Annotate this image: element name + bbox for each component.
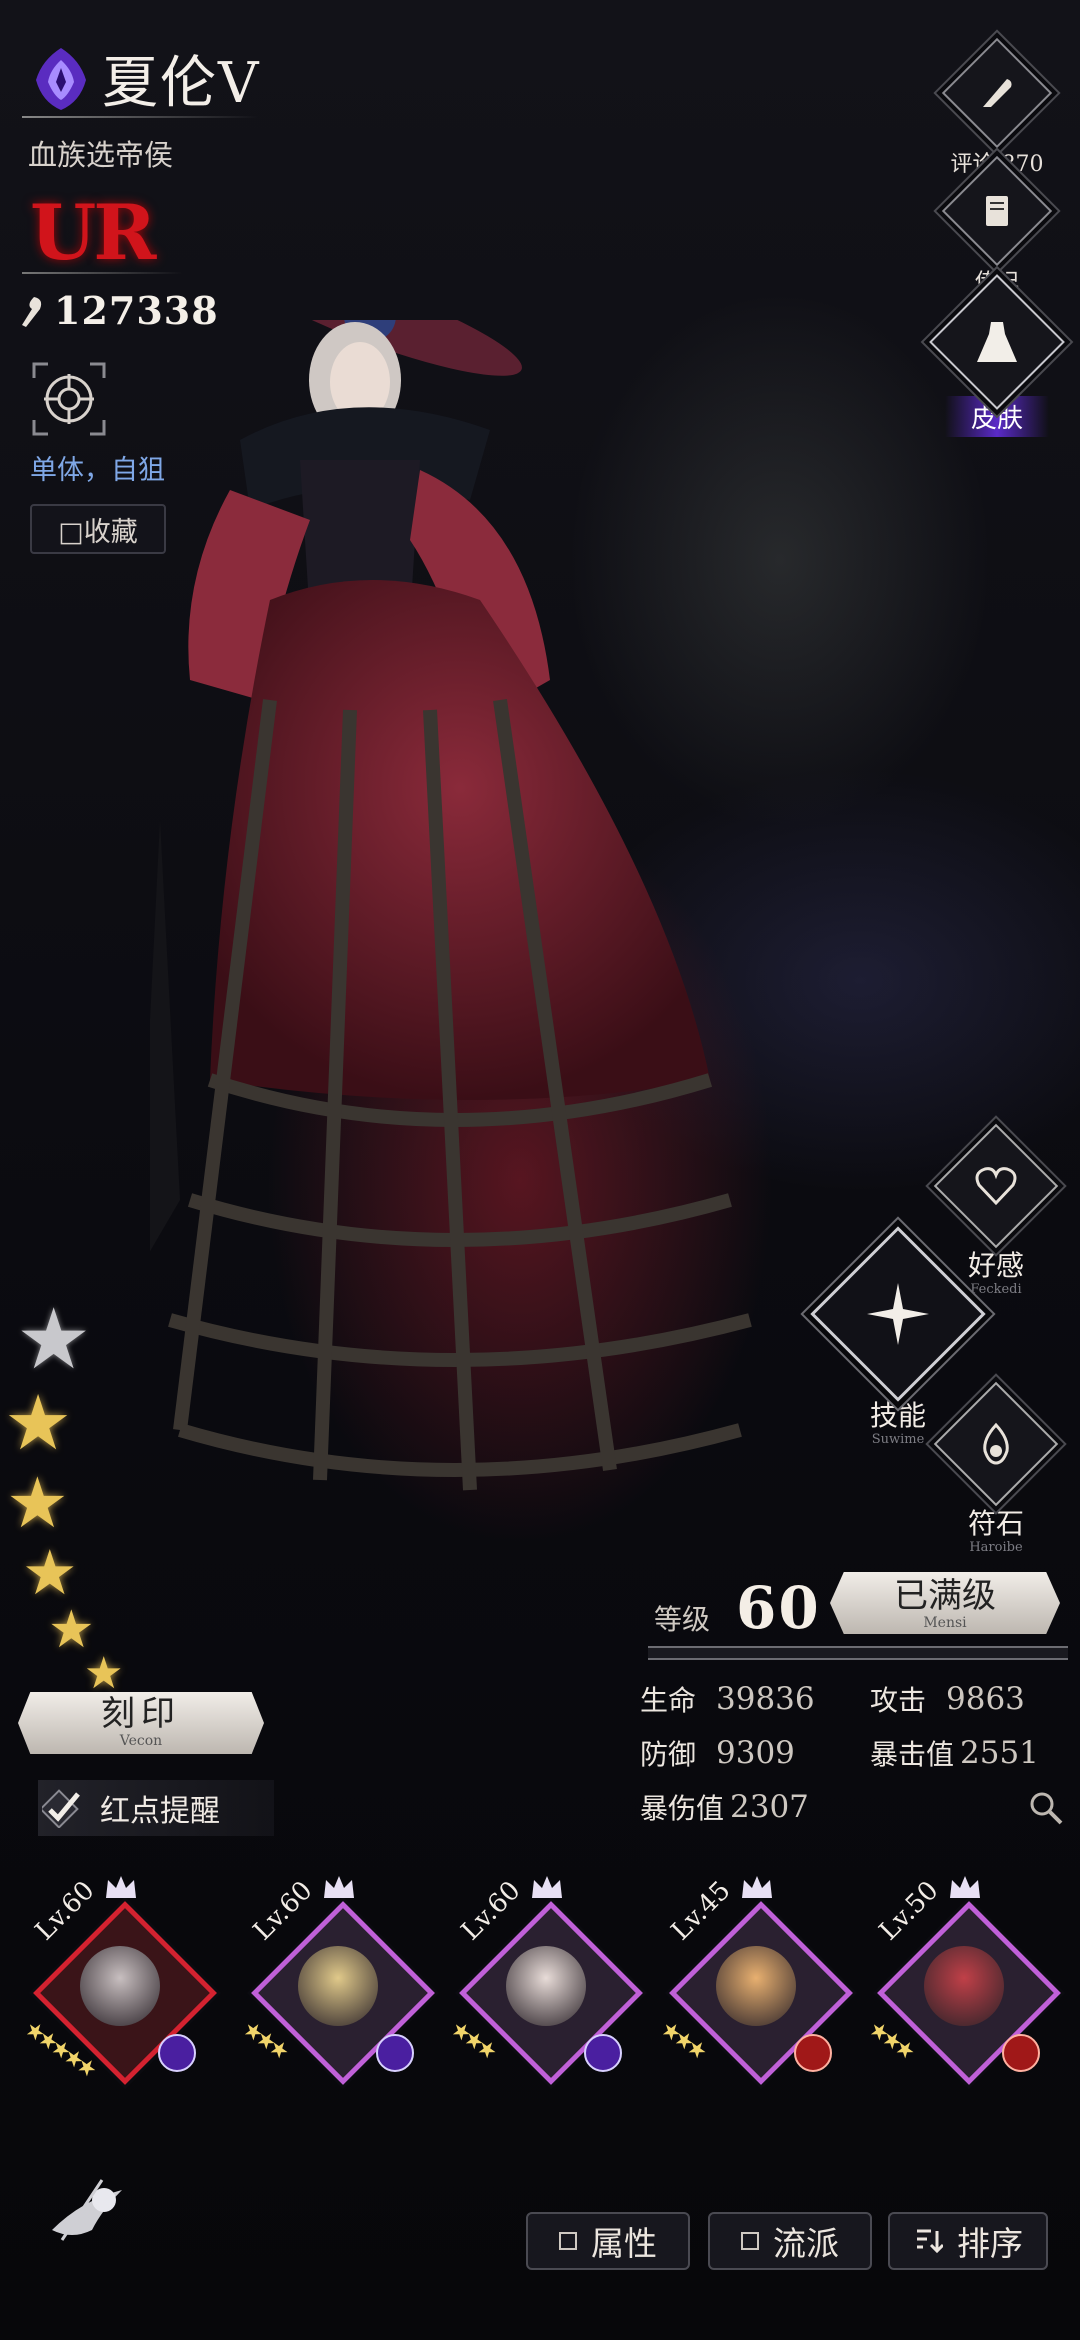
school-filter-button[interactable]: 流派 (708, 2212, 872, 2270)
power-icon (22, 296, 42, 327)
sort-icon (917, 2229, 943, 2254)
runes-sublabel: Haroibe (969, 1540, 1023, 1555)
affinity-diamond (933, 1123, 1059, 1249)
magnifier-icon[interactable] (1028, 1790, 1064, 1826)
checkbox-icon[interactable] (42, 1788, 82, 1828)
max-level-button[interactable]: 已满级 Mensi (830, 1572, 1060, 1634)
roster-card[interactable]: Lv.60 ★★★ (446, 1876, 643, 2085)
attribute-filter-button[interactable]: 属性 (526, 2212, 690, 2270)
stat-hp: 生命 39836 (640, 1679, 870, 1719)
runes-diamond (933, 1381, 1059, 1507)
stats-row: 暴伤值 2307 (640, 1780, 1070, 1834)
stat-attack: 攻击 9863 (870, 1679, 1025, 1719)
stat-label: 防御 (640, 1738, 697, 1771)
faction-badge-icon (584, 2034, 622, 2072)
runes-button[interactable]: 符石 Haroibe (933, 1381, 1059, 1555)
stat-crit: 暴击值 2551 (870, 1733, 1039, 1773)
rarity-badge: UR (30, 188, 156, 277)
stat-value: 2551 (960, 1735, 1039, 1771)
rose-emblem-icon[interactable] (42, 2160, 132, 2260)
level-bar (648, 1646, 1068, 1660)
character-portrait (924, 1946, 1004, 2026)
red-dot-label: 红点提醒 (100, 1794, 220, 1829)
comments-diamond (941, 37, 1053, 149)
favorite-button[interactable]: □收藏 (30, 504, 166, 554)
character-portrait (298, 1946, 378, 2026)
faction-badge-icon (158, 2034, 196, 2072)
max-level-sublabel: Mensi (923, 1615, 967, 1631)
stat-label: 生命 (640, 1684, 697, 1717)
star-icon: ★ (22, 1536, 78, 1609)
stat-value: 9309 (716, 1735, 795, 1771)
flame-icon (983, 1422, 1009, 1465)
quill-icon (983, 79, 1012, 107)
stat-label: 暴伤值 (640, 1792, 725, 1825)
level-value: 60 (736, 1574, 821, 1642)
crown-icon (324, 1876, 354, 1898)
roster-card[interactable]: Lv.60 ★★★ (238, 1876, 435, 2085)
engrave-label: 刻印 (101, 1694, 181, 1734)
heart-icon (975, 1167, 1017, 1206)
checkbox-square-icon (559, 2232, 577, 2250)
divider (22, 272, 182, 274)
roster-card[interactable]: Lv.50 ★★★ (864, 1876, 1061, 2085)
crosshair-icon (32, 362, 106, 436)
star-icon: ★ (16, 1290, 92, 1388)
level-label: 等级 (654, 1603, 711, 1636)
stats-panel: 生命 39836 攻击 9863 防御 9309 暴击值 2551 暴伤值 2307 (640, 1672, 1070, 1834)
character-name: 夏伦V (102, 51, 261, 116)
character-roster: Lv.60 ★★★★★ Lv.60 ★★★ Lv.60 ★★★ Lv.45 ★★★ Lv.50 ★… (0, 1858, 1080, 2118)
sort-label: 排序 (957, 2224, 1023, 2263)
star-icon: ★ (4, 1378, 73, 1467)
book-icon (986, 196, 1008, 226)
character-portrait (506, 1946, 586, 2026)
crown-icon (532, 1876, 562, 1898)
character-title: 夏伦V (30, 38, 260, 119)
roster-card[interactable]: Lv.60 ★★★★★ (20, 1876, 217, 2085)
star-icon: ★ (6, 1462, 69, 1544)
faction-badge-icon (376, 2034, 414, 2072)
school-label: 流派 (773, 2224, 839, 2263)
character-portrait (80, 1946, 160, 2026)
faction-badge-icon (794, 2034, 832, 2072)
skills-diamond (810, 1226, 986, 1402)
combat-power: 127338 (14, 288, 219, 333)
faction-icon (36, 47, 86, 110)
roster-card[interactable]: Lv.45 ★★★ (656, 1876, 853, 2085)
biography-diamond (941, 155, 1053, 267)
skin-button[interactable]: 皮肤 (929, 274, 1065, 437)
skin-diamond (929, 274, 1065, 410)
dress-icon (977, 322, 1017, 362)
star-icon: ★ (84, 1648, 124, 1699)
stat-label: 暴击值 (870, 1738, 955, 1771)
power-value: 127338 (54, 288, 219, 333)
target-type: 单体，自狙 (30, 455, 165, 486)
sort-button[interactable]: 排序 (888, 2212, 1048, 2270)
stat-value: 39836 (716, 1681, 815, 1717)
checkbox-square-icon (741, 2232, 759, 2250)
character-portrait (716, 1946, 796, 2026)
engrave-button[interactable]: 刻印 Vecon (18, 1692, 264, 1754)
character-subtitle: 血族选帝侯 (28, 138, 174, 172)
stat-label: 攻击 (870, 1684, 927, 1717)
character-artwork (150, 320, 752, 1491)
crown-icon (106, 1876, 136, 1898)
runes-label: 符石 (967, 1507, 1024, 1540)
attribute-label: 属性 (591, 2224, 657, 2263)
stat-value: 9863 (946, 1681, 1025, 1717)
divider (22, 116, 258, 118)
crown-icon (742, 1876, 772, 1898)
crown-icon (950, 1876, 980, 1898)
faction-badge-icon (1002, 2034, 1040, 2072)
stat-value: 2307 (730, 1789, 809, 1825)
stat-crit-damage: 暴伤值 2307 (640, 1787, 870, 1827)
stat-defense: 防御 9309 (640, 1733, 870, 1773)
stats-row: 生命 39836 攻击 9863 (640, 1672, 1070, 1726)
max-level-label: 已满级 (894, 1576, 996, 1616)
red-dot-reminder-toggle[interactable]: 红点提醒 (38, 1780, 274, 1836)
sparkle-icon (867, 1283, 929, 1345)
stats-row: 防御 9309 暴击值 2551 (640, 1726, 1070, 1780)
engrave-sublabel: Vecon (119, 1733, 163, 1749)
